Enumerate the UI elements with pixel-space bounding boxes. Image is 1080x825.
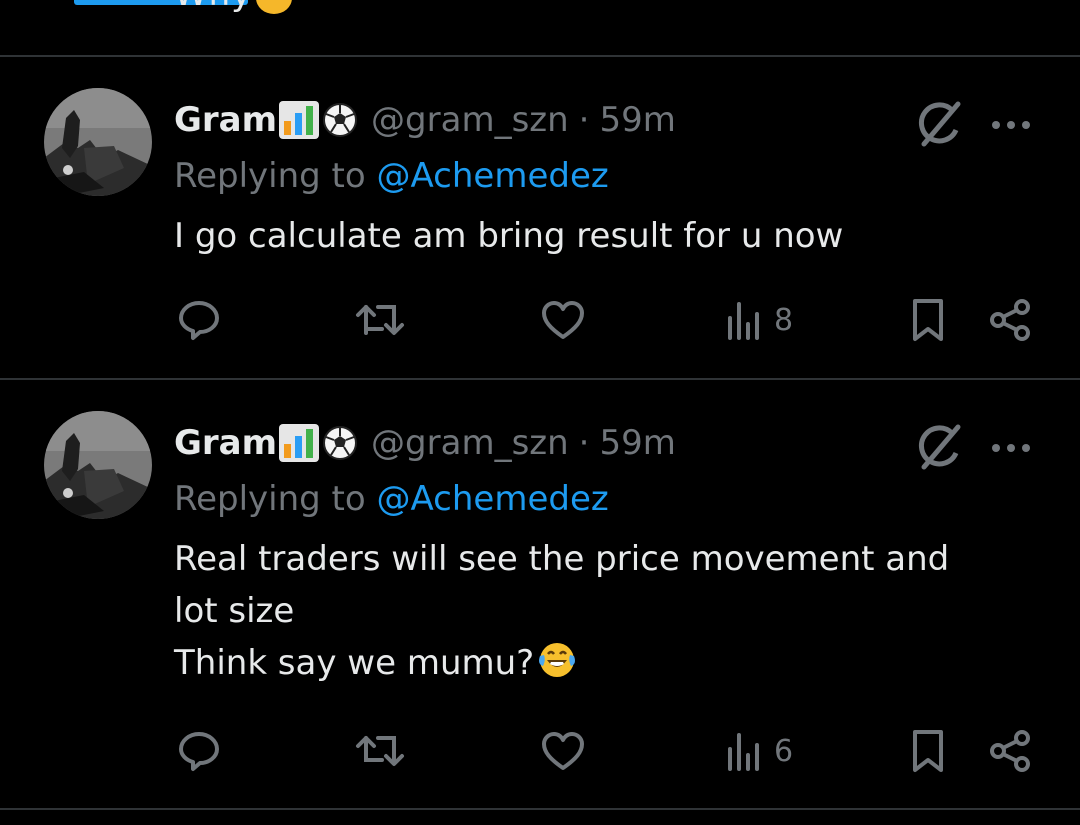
soccer-ball-emoji [323,103,358,137]
divider [0,378,1080,380]
replying-label: Replying to [174,479,377,519]
bar-chart-emoji [279,101,320,139]
action-bar: 8 [0,290,1080,350]
views-count: 8 [774,302,794,338]
like-icon [542,732,584,770]
bookmark-icon [913,730,943,772]
tweet-text-line: Think say we mumu? [174,637,1034,689]
mention-link[interactable]: @Achemedez [377,156,609,196]
bookmark-button[interactable] [910,290,946,350]
repost-icon [356,305,404,335]
like-button[interactable] [540,721,586,781]
separator-dot: · [578,423,590,463]
reply-icon [179,301,219,340]
timestamp[interactable]: 59m [599,423,675,463]
repost-button[interactable] [354,721,408,781]
tweet-header: Gram @gram_szn · 59m [174,96,676,144]
tweet-text-line: lot size [174,591,295,631]
more-icon[interactable] [990,439,1032,452]
views-button[interactable]: 6 [726,721,793,781]
replying-to: Replying to @Achemedez [174,156,609,196]
share-button[interactable] [988,721,1032,781]
tweet-text: Real traders will see the price movement… [174,533,1034,689]
timestamp[interactable]: 59m [599,100,675,140]
views-count: 6 [774,733,794,769]
soccer-ball-emoji [323,426,358,460]
avatar[interactable] [44,88,152,196]
previous-tweet-emoji [256,0,292,14]
grok-icon[interactable] [914,423,964,473]
like-button[interactable] [540,290,586,350]
tweet-header: Gram @gram_szn · 59m [174,419,676,467]
user-handle[interactable]: @gram_szn [371,423,569,463]
bookmark-icon [913,299,943,341]
reply-button[interactable] [176,721,222,781]
tweet-text-segment: Think say we mumu? [174,643,535,683]
previous-tweet-text: Why [174,0,252,14]
replying-to: Replying to @Achemedez [174,479,609,519]
replying-label: Replying to [174,156,377,196]
display-name[interactable]: Gram [174,423,277,463]
previous-tweet-snippet: Why [0,0,1080,56]
tweet[interactable]: Gram @gram_szn · 59m Replying to @Acheme… [0,411,1080,811]
views-icon [728,302,759,340]
mention-link[interactable]: @Achemedez [377,479,609,519]
share-icon [990,299,1030,341]
repost-icon [356,736,404,766]
reply-button[interactable] [176,290,222,350]
repost-button[interactable] [354,290,408,350]
divider [0,55,1080,57]
views-button[interactable]: 8 [726,290,793,350]
user-handle[interactable]: @gram_szn [371,100,569,140]
share-icon [990,730,1030,772]
tweet-text-line: I go calculate am bring result for u now [174,216,844,256]
avatar[interactable] [44,411,152,519]
action-bar: 6 [0,721,1080,781]
tears-of-joy-emoji [536,638,578,680]
share-button[interactable] [988,290,1032,350]
bookmark-button[interactable] [910,721,946,781]
display-name[interactable]: Gram [174,100,277,140]
reply-icon [179,732,219,771]
tweet[interactable]: Gram @gram_szn · 59m Replying to @Acheme… [0,88,1080,378]
separator-dot: · [578,100,590,140]
tweet-text: I go calculate am bring result for u now [174,210,1034,262]
grok-icon[interactable] [914,100,964,150]
views-icon [728,733,759,771]
divider [0,808,1080,810]
more-icon[interactable] [990,116,1032,129]
like-icon [542,301,584,339]
tweet-text-line: Real traders will see the price movement… [174,539,950,579]
bar-chart-emoji [279,424,320,462]
